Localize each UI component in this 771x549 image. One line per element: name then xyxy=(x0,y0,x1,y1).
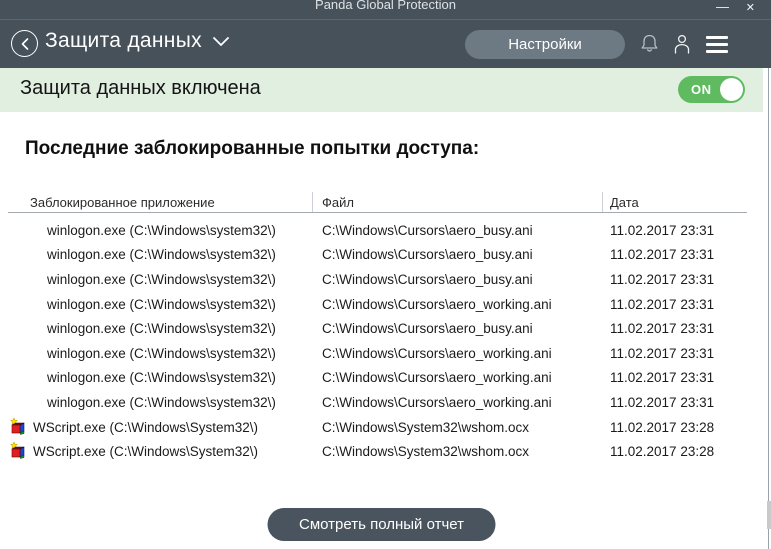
wscript-icon xyxy=(10,442,25,459)
file-cell: C:\Windows\Cursors\aero_working.ani xyxy=(322,370,552,386)
table-body: winlogon.exe (C:\Windows\system32\) C:\Wi… xyxy=(8,213,747,464)
full-report-button[interactable]: Смотреть полный отчет xyxy=(267,508,496,541)
account-button[interactable] xyxy=(672,33,692,55)
blocked-app-cell: winlogon.exe (C:\Windows\system32\) xyxy=(47,345,276,361)
chevron-left-icon xyxy=(21,37,28,50)
blocked-attempts-table: Заблокированное приложение Файл Дата win… xyxy=(8,192,747,464)
table-row: winlogon.exe (C:\Windows\system32\) C:\Wi… xyxy=(8,341,747,366)
user-icon xyxy=(674,34,690,54)
wscript-icon xyxy=(10,417,25,435)
window-titlebar: Panda Global Protection — ✕ xyxy=(0,0,771,19)
file-cell: C:\Windows\Cursors\aero_busy.ani xyxy=(322,247,533,263)
date-cell: 11.02.2017 23:31 xyxy=(610,345,715,361)
table-row: winlogon.exe (C:\Windows\system32\) C:\Wi… xyxy=(8,243,747,268)
table-row: winlogon.exe (C:\Windows\system32\) C:\Wi… xyxy=(8,366,747,391)
date-cell: 11.02.2017 23:31 xyxy=(610,247,715,263)
table-row: winlogon.exe (C:\Windows\system32\) C:\Wi… xyxy=(8,218,747,243)
blocked-app-cell: winlogon.exe (C:\Windows\system32\) xyxy=(47,370,276,386)
settings-button[interactable]: Настройки xyxy=(465,30,625,59)
col-header-file: Файл xyxy=(313,192,603,212)
date-cell: 11.02.2017 23:31 xyxy=(610,321,715,337)
protection-status-text: Защита данных включена xyxy=(20,77,261,99)
page-title-dropdown[interactable]: Защита данных xyxy=(45,29,230,53)
close-button[interactable]: ✕ xyxy=(746,1,755,14)
blocked-app-cell: winlogon.exe (C:\Windows\system32\) xyxy=(47,247,276,263)
page-title: Защита данных xyxy=(45,29,202,52)
chevron-down-icon xyxy=(212,36,229,46)
file-cell: C:\Windows\Cursors\aero_busy.ani xyxy=(322,222,533,238)
file-cell: C:\Windows\Cursors\aero_busy.ani xyxy=(322,271,533,287)
scrollbar-thumb xyxy=(767,501,771,529)
table-row: winlogon.exe (C:\Windows\system32\) C:\Wi… xyxy=(8,267,747,292)
file-cell: C:\Windows\Cursors\aero_working.ani xyxy=(322,394,552,410)
table-row: winlogon.exe (C:\Windows\system32\) C:\Wi… xyxy=(8,390,747,415)
notifications-button[interactable] xyxy=(639,33,660,55)
window-right-edge xyxy=(763,68,771,549)
protection-toggle[interactable]: ON xyxy=(678,76,745,103)
col-header-blocked-app: Заблокированное приложение xyxy=(8,192,313,212)
blocked-app-cell: WScript.exe (C:\Windows\System32\) xyxy=(8,417,313,437)
section-title: Последние заблокированные попытки доступ… xyxy=(25,138,480,159)
table-header: Заблокированное приложение Файл Дата xyxy=(8,192,747,213)
date-cell: 11.02.2017 23:31 xyxy=(610,370,715,386)
table-row: winlogon.exe (C:\Windows\system32\) C:\Wi… xyxy=(8,316,747,341)
date-cell: 11.02.2017 23:28 xyxy=(610,444,715,460)
bell-icon xyxy=(641,34,658,52)
table-row: WScript.exe (C:\Windows\System32\) C:\Win… xyxy=(8,439,747,464)
date-cell: 11.02.2017 23:31 xyxy=(610,296,715,312)
back-button[interactable] xyxy=(11,30,38,57)
toggle-knob xyxy=(720,78,743,101)
window-title: Panda Global Protection xyxy=(315,0,456,12)
file-cell: C:\Windows\Cursors\aero_busy.ani xyxy=(322,321,533,337)
blocked-app-cell: winlogon.exe (C:\Windows\system32\) xyxy=(47,321,276,337)
blocked-app-cell: winlogon.exe (C:\Windows\system32\) xyxy=(47,394,276,410)
file-cell: C:\Windows\Cursors\aero_working.ani xyxy=(322,296,552,312)
file-cell: C:\Windows\System32\wshom.ocx xyxy=(322,419,530,435)
blocked-app-cell: WScript.exe (C:\Windows\System32\) xyxy=(8,442,313,461)
blocked-app-cell: winlogon.exe (C:\Windows\system32\) xyxy=(47,271,276,287)
menu-button[interactable] xyxy=(706,36,728,53)
status-banner: Защита данных включена ON xyxy=(0,68,763,112)
hamburger-icon xyxy=(706,36,728,39)
date-cell: 11.02.2017 23:31 xyxy=(610,222,715,238)
minimize-button[interactable]: — xyxy=(716,0,729,14)
app-header: Защита данных Настройки xyxy=(0,19,771,68)
toggle-on-label: ON xyxy=(691,82,712,97)
col-header-date: Дата xyxy=(610,194,639,210)
date-cell: 11.02.2017 23:31 xyxy=(610,394,715,410)
table-row: WScript.exe (C:\Windows\System32\) C:\Win… xyxy=(8,415,747,440)
date-cell: 11.02.2017 23:28 xyxy=(610,419,715,435)
file-cell: C:\Windows\System32\wshom.ocx xyxy=(322,444,530,460)
blocked-app-cell: winlogon.exe (C:\Windows\system32\) xyxy=(47,222,276,238)
window-edge-line xyxy=(768,68,769,549)
file-cell: C:\Windows\Cursors\aero_working.ani xyxy=(322,345,552,361)
main-content: Последние заблокированные попытки доступ… xyxy=(0,112,763,549)
table-row: winlogon.exe (C:\Windows\system32\) C:\Wi… xyxy=(8,292,747,317)
blocked-app-cell: winlogon.exe (C:\Windows\system32\) xyxy=(47,296,276,312)
date-cell: 11.02.2017 23:31 xyxy=(610,271,715,287)
